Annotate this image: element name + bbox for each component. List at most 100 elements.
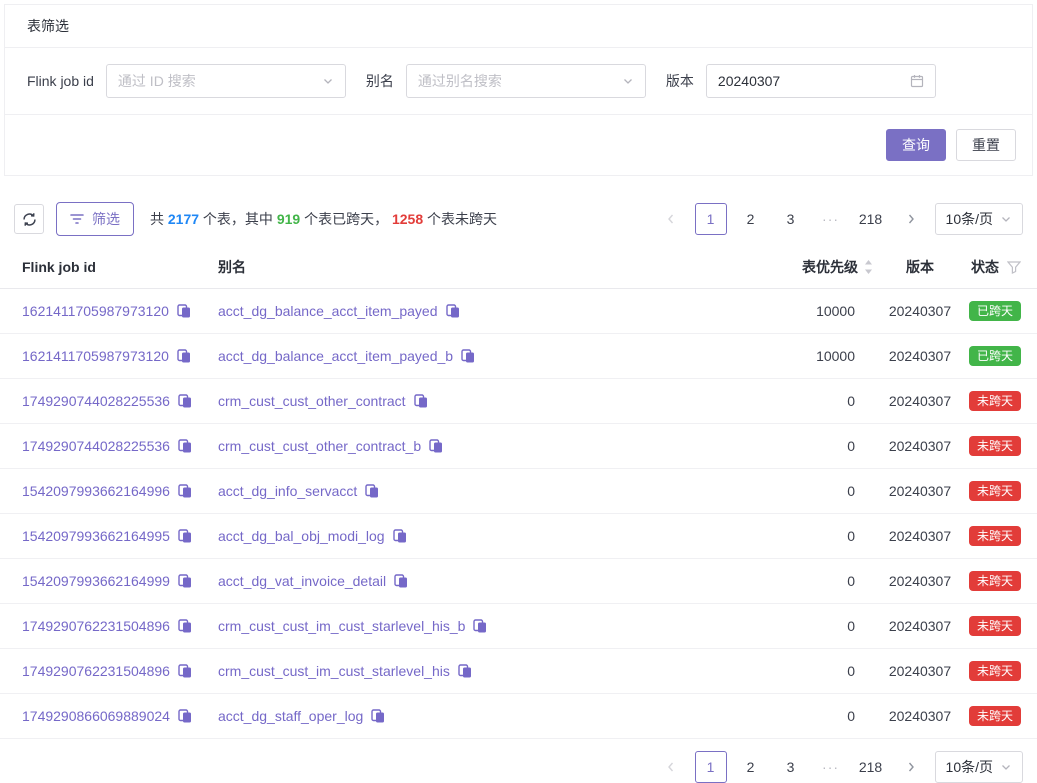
- page-button-2[interactable]: 2: [735, 203, 767, 235]
- copy-icon[interactable]: [365, 484, 379, 498]
- job-id-link[interactable]: 1621411705987973120: [22, 303, 169, 319]
- job-id-link[interactable]: 1749290762231504896: [22, 618, 170, 634]
- copy-icon[interactable]: [473, 619, 487, 633]
- prev-page-button[interactable]: [655, 203, 687, 235]
- alias-link[interactable]: acct_dg_vat_invoice_detail: [218, 573, 386, 589]
- status-cell: 未跨天: [955, 571, 1021, 591]
- column-header-job-id: Flink job id: [22, 259, 218, 275]
- job-id-link[interactable]: 1749290866069889024: [22, 708, 170, 724]
- copy-icon[interactable]: [394, 574, 408, 588]
- alias-link[interactable]: acct_dg_staff_oper_log: [218, 708, 363, 724]
- prev-page-button[interactable]: [655, 751, 687, 783]
- version-label: 版本: [666, 71, 694, 91]
- alias-link[interactable]: crm_cust_cust_other_contract: [218, 393, 406, 409]
- copy-icon[interactable]: [458, 664, 472, 678]
- page-button-1[interactable]: 1: [695, 751, 727, 783]
- job-id-link[interactable]: 1749290762231504896: [22, 663, 170, 679]
- page-button-1[interactable]: 1: [695, 203, 727, 235]
- job-id-link[interactable]: 1749290744028225536: [22, 393, 170, 409]
- total-count: 2177: [168, 211, 199, 227]
- copy-icon[interactable]: [177, 349, 191, 363]
- copy-icon[interactable]: [178, 484, 192, 498]
- version-date-input[interactable]: [718, 73, 910, 89]
- page-button-218[interactable]: 218: [855, 751, 887, 783]
- status-badge: 未跨天: [969, 436, 1021, 456]
- data-table: Flink job id 别名 表优先级 版本 状态 1621411705987…: [0, 246, 1037, 739]
- filter-card-title: 表筛选: [5, 5, 1032, 48]
- job-id-cell: 1749290762231504896: [22, 663, 218, 679]
- job-id-link[interactable]: 1749290744028225536: [22, 438, 170, 454]
- refresh-button[interactable]: [14, 204, 44, 234]
- filter-button-label: 筛选: [92, 209, 120, 229]
- job-id-link[interactable]: 1542097993662164996: [22, 483, 170, 499]
- status-cell: 未跨天: [955, 481, 1021, 501]
- next-page-button[interactable]: [895, 203, 927, 235]
- alias-cell: acct_dg_bal_obj_modi_log: [218, 528, 695, 544]
- alias-cell: crm_cust_cust_other_contract: [218, 393, 695, 409]
- copy-icon[interactable]: [461, 349, 475, 363]
- page-size-select[interactable]: 10条/页: [935, 203, 1023, 235]
- table-toolbar: 筛选 共 2177 个表，其中 919 个表已跨天， 1258 个表未跨天 1 …: [14, 202, 1023, 236]
- page-button-3[interactable]: 3: [775, 203, 807, 235]
- alias-link[interactable]: acct_dg_info_servacct: [218, 483, 357, 499]
- table-row: 1749290866069889024 acct_dg_staff_oper_l…: [0, 694, 1037, 739]
- copy-icon[interactable]: [177, 304, 191, 318]
- alias-select[interactable]: 通过别名搜索: [406, 64, 646, 98]
- copy-icon[interactable]: [178, 664, 192, 678]
- status-cell: 已跨天: [955, 301, 1021, 321]
- status-cell: 未跨天: [955, 661, 1021, 681]
- copy-icon[interactable]: [178, 394, 192, 408]
- page-ellipsis[interactable]: ···: [815, 759, 847, 775]
- version-cell: 20240307: [885, 573, 955, 589]
- page-size-select[interactable]: 10条/页: [935, 751, 1023, 783]
- next-page-button[interactable]: [895, 751, 927, 783]
- copy-icon[interactable]: [429, 439, 443, 453]
- priority-cell: 0: [695, 483, 885, 499]
- column-header-priority[interactable]: 表优先级: [695, 257, 885, 277]
- flink-job-id-select[interactable]: 通过 ID 搜索: [106, 64, 346, 98]
- copy-icon[interactable]: [178, 619, 192, 633]
- sort-icon[interactable]: [864, 258, 873, 276]
- job-id-link[interactable]: 1621411705987973120: [22, 348, 169, 364]
- priority-cell: 0: [695, 618, 885, 634]
- copy-icon[interactable]: [178, 574, 192, 588]
- filter-button[interactable]: 筛选: [56, 202, 134, 236]
- filter-funnel-icon[interactable]: [1007, 261, 1021, 274]
- page-button-3[interactable]: 3: [775, 751, 807, 783]
- pagination-top: 1 2 3 ··· 218 10条/页: [655, 203, 1023, 235]
- alias-link[interactable]: crm_cust_cust_im_cust_starlevel_his: [218, 663, 450, 679]
- alias-link[interactable]: crm_cust_cust_im_cust_starlevel_his_b: [218, 618, 465, 634]
- alias-cell: crm_cust_cust_im_cust_starlevel_his: [218, 663, 695, 679]
- alias-link[interactable]: acct_dg_balance_acct_item_payed_b: [218, 348, 453, 364]
- copy-icon[interactable]: [178, 529, 192, 543]
- copy-icon[interactable]: [371, 709, 385, 723]
- table-summary: 共 2177 个表，其中 919 个表已跨天， 1258 个表未跨天: [150, 209, 497, 229]
- page-button-218[interactable]: 218: [855, 203, 887, 235]
- version-cell: 20240307: [885, 618, 955, 634]
- alias-link[interactable]: acct_dg_bal_obj_modi_log: [218, 528, 385, 544]
- alias-cell: acct_dg_vat_invoice_detail: [218, 573, 695, 589]
- priority-cell: 10000: [695, 348, 885, 364]
- status-cell: 未跨天: [955, 436, 1021, 456]
- job-id-link[interactable]: 1542097993662164999: [22, 573, 170, 589]
- copy-icon[interactable]: [393, 529, 407, 543]
- status-cell: 未跨天: [955, 526, 1021, 546]
- alias-link[interactable]: crm_cust_cust_other_contract_b: [218, 438, 421, 454]
- copy-icon[interactable]: [178, 439, 192, 453]
- page-ellipsis[interactable]: ···: [815, 211, 847, 227]
- alias-cell: acct_dg_balance_acct_item_payed_b: [218, 348, 695, 364]
- status-badge: 未跨天: [969, 616, 1021, 636]
- version-date-picker[interactable]: [706, 64, 936, 98]
- copy-icon[interactable]: [178, 709, 192, 723]
- table-row: 1542097993662164995 acct_dg_bal_obj_modi…: [0, 514, 1037, 559]
- job-id-link[interactable]: 1542097993662164995: [22, 528, 170, 544]
- copy-icon[interactable]: [446, 304, 460, 318]
- alias-cell: acct_dg_info_servacct: [218, 483, 695, 499]
- reset-button[interactable]: 重置: [956, 129, 1016, 161]
- filter-actions: 查询 重置: [5, 115, 1032, 175]
- alias-link[interactable]: acct_dg_balance_acct_item_payed: [218, 303, 438, 319]
- priority-cell: 0: [695, 438, 885, 454]
- copy-icon[interactable]: [414, 394, 428, 408]
- page-button-2[interactable]: 2: [735, 751, 767, 783]
- query-button[interactable]: 查询: [886, 129, 946, 161]
